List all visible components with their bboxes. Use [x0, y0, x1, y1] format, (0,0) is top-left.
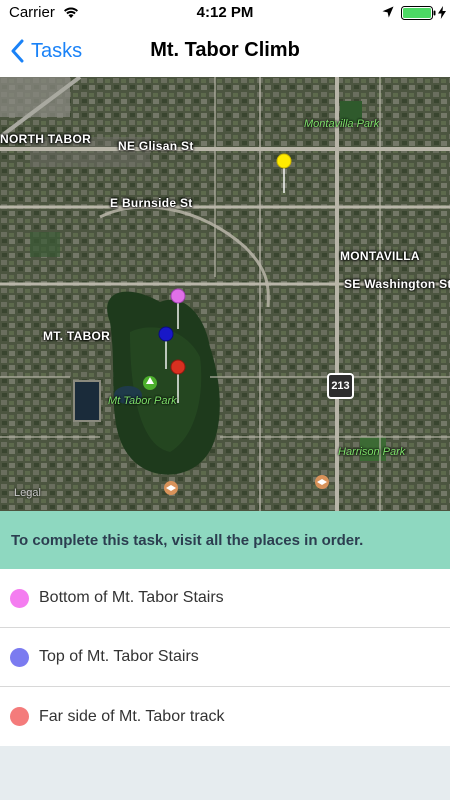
instruction-text: To complete this task, visit all the pla… [11, 532, 364, 549]
highway-shield: 213 [327, 373, 354, 399]
yellow-pin[interactable] [276, 153, 292, 169]
park-label: Mt Tabor Park [108, 395, 177, 407]
status-dot [10, 647, 29, 667]
neighborhood-label: MONTAVILLA [340, 249, 420, 263]
status-dot [10, 707, 29, 726]
legal-link[interactable]: Legal [14, 487, 41, 499]
charging-bolt-icon [438, 6, 446, 19]
list-item[interactable]: Far side of Mt. Tabor track [0, 687, 450, 746]
school-icon [164, 481, 178, 495]
list-item[interactable]: Bottom of Mt. Tabor Stairs [0, 569, 450, 628]
school-icon [315, 475, 329, 489]
neighborhood-label: MT. TABOR [43, 329, 111, 343]
neighborhood-label: NORTH TABOR [0, 132, 92, 146]
magenta-pin[interactable] [170, 288, 186, 304]
status-bar: Carrier 4:12 PM [0, 0, 450, 26]
chevron-left-icon [11, 39, 24, 63]
location-arrow-icon [382, 6, 394, 18]
navigation-bar: Tasks Mt. Tabor Climb [0, 26, 450, 77]
blue-pin[interactable] [158, 326, 174, 342]
place-name: Bottom of Mt. Tabor Stairs [39, 589, 224, 606]
instruction-banner: To complete this task, visit all the pla… [0, 511, 450, 569]
park-label: Montavilla Park [304, 118, 380, 130]
street-label: E Burnside St [110, 196, 193, 210]
battery-icon [401, 6, 436, 20]
back-button[interactable]: Tasks [10, 35, 82, 67]
street-label: SE Washington St [344, 277, 450, 291]
list-item[interactable]: Top of Mt. Tabor Stairs [0, 628, 450, 687]
back-button-label: Tasks [31, 39, 83, 62]
place-name: Far side of Mt. Tabor track [39, 707, 225, 725]
red-pin[interactable] [170, 359, 186, 375]
places-list: Bottom of Mt. Tabor Stairs Top of Mt. Ta… [0, 569, 450, 746]
park-label: Harrison Park [338, 446, 406, 458]
status-dot [10, 588, 29, 608]
place-name: Top of Mt. Tabor Stairs [39, 648, 199, 665]
street-label: NE Glisan St [118, 139, 194, 153]
satellite-map[interactable]: NORTH TABOR NE Glisan St E Burnside St M… [0, 77, 450, 511]
